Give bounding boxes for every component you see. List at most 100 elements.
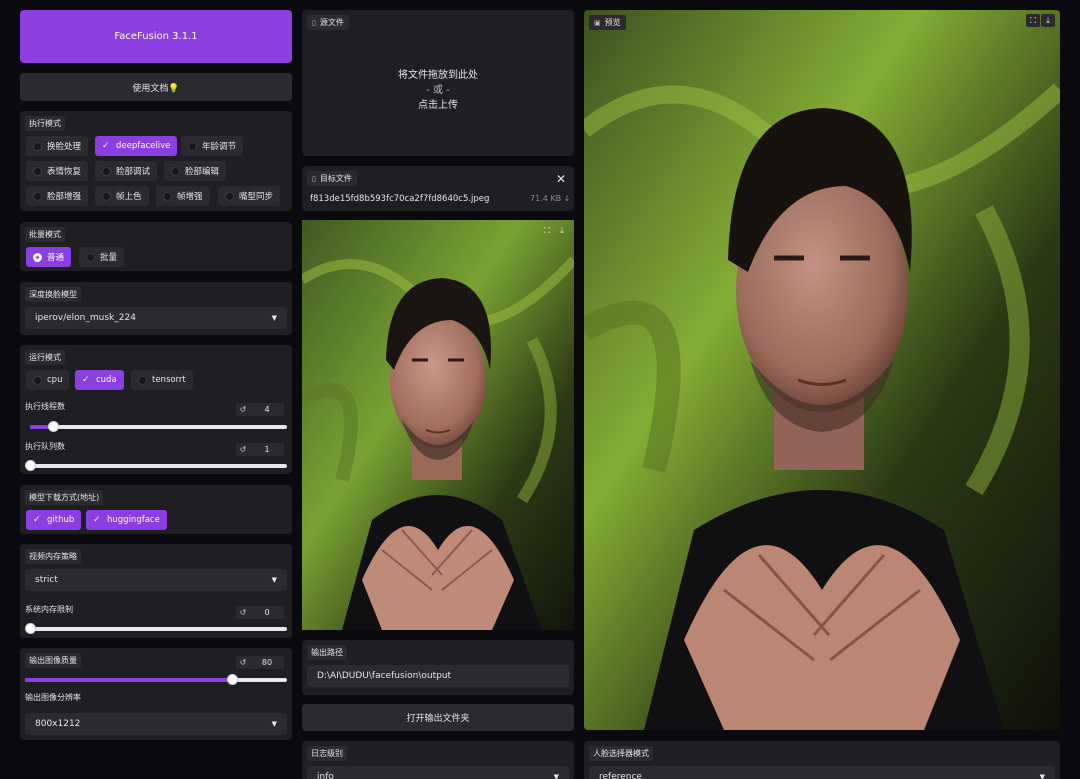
face-selector-dropdown[interactable]: reference ▼ [589, 766, 1055, 779]
preview-label: ▣ 预览 [589, 15, 626, 30]
input-value: D:\AI\DUDU\facefusion\output [317, 671, 452, 681]
target-filesize: 71.4 KB ↓ [530, 194, 571, 203]
number-value: 4 [264, 405, 270, 414]
dropdown-value: iperov/elon_musk_224 [35, 313, 136, 323]
or-text: - 或 - [426, 85, 450, 96]
option-face-editor[interactable]: 脸部编辑 [164, 161, 227, 181]
system-memory-number-input[interactable]: ↺ 0 [236, 606, 284, 619]
file-icon: ▯ [312, 174, 316, 183]
checkbox-icon [102, 191, 111, 201]
queue-number-input[interactable]: ↺ 1 [236, 443, 284, 456]
slider-handle[interactable] [25, 460, 36, 471]
radio-normal[interactable]: 普通 [26, 247, 72, 267]
checkbox-icon [188, 141, 197, 151]
threads-number-input[interactable]: ↺ 4 [236, 403, 284, 416]
option-face-enhancer[interactable]: 脸部增强 [26, 186, 89, 206]
log-level-dropdown[interactable]: info ▼ [307, 766, 569, 779]
video-memory-label: 视频内存策略 [25, 549, 81, 564]
slider-handle[interactable] [25, 623, 36, 634]
fullscreen-icon[interactable]: ⛶ [540, 224, 554, 237]
option-label: huggingface [107, 515, 160, 525]
check-icon: ✓ [93, 514, 101, 525]
option-label: github [47, 515, 75, 525]
option-label: 换脸处理 [47, 142, 82, 152]
option-face-debugger[interactable]: 脸部调试 [95, 161, 158, 181]
check-icon: ✓ [102, 140, 110, 151]
face-selector-label: 人脸选择器模式 [589, 746, 653, 761]
option-cuda[interactable]: ✓ cuda [75, 370, 124, 390]
dropdown-value: reference [599, 772, 642, 779]
output-panel: 输出图像质量 ↺ 80 输出图像分辨率 800x1212 ▼ [20, 648, 292, 740]
option-label: cpu [47, 375, 63, 385]
output-quality-slider[interactable] [25, 674, 287, 685]
reset-icon[interactable]: ↺ [236, 608, 250, 617]
checkbox-icon [33, 375, 42, 385]
deep-swap-model-label: 深度换脸模型 [25, 287, 81, 302]
checkbox-icon [33, 191, 42, 201]
option-label: tensorrt [152, 375, 186, 385]
number-value: 1 [264, 445, 270, 454]
app-title-button[interactable]: FaceFusion 3.1.1 [20, 10, 292, 63]
reset-icon[interactable]: ↺ [236, 405, 250, 414]
checkbox-icon [102, 166, 111, 176]
option-label: cuda [96, 375, 117, 385]
option-huggingface[interactable]: ✓ huggingface [86, 510, 167, 530]
option-lip-syncer[interactable]: 嘴型同步 [218, 186, 281, 206]
output-resolution-dropdown[interactable]: 800x1212 ▼ [25, 713, 287, 735]
slider-handle[interactable] [48, 421, 60, 432]
download-label: 模型下载方式(地址) [25, 490, 104, 505]
source-upload-area[interactable]: ▯ 源文件 将文件拖放到此处 - 或 - 点击上传 [302, 10, 574, 156]
option-age-modifier[interactable]: 年龄调节 [181, 136, 244, 156]
output-path-input[interactable]: D:\AI\DUDU\facefusion\output [307, 665, 569, 687]
option-github[interactable]: ✓ github [26, 510, 82, 530]
option-frame-colorizer[interactable]: 帧上色 [95, 186, 149, 206]
open-output-folder-button[interactable]: 打开输出文件夹 [302, 704, 574, 731]
upload-text[interactable]: 点击上传 [302, 98, 574, 113]
target-filename[interactable]: f813de15fd8b593fc70ca2f7fd8640c5.jpeg [310, 194, 489, 204]
option-tensorrt[interactable]: tensorrt [131, 370, 193, 390]
deep-swap-model-dropdown[interactable]: iperov/elon_musk_224 ▼ [25, 307, 287, 329]
execution-mode-panel: 执行模式 换脸处理 ✓ deepfacelive 年龄调节 表情恢复 脸部调试 脸… [20, 111, 292, 211]
output-resolution-label: 输出图像分辨率 [25, 693, 81, 702]
chevron-down-icon: ▼ [271, 314, 277, 322]
option-expression-restorer[interactable]: 表情恢复 [26, 161, 89, 181]
queue-slider[interactable] [25, 460, 287, 471]
target-portrait-image [302, 220, 574, 630]
output-quality-number-input[interactable]: ↺ 80 [236, 656, 284, 669]
dropdown-value: 800x1212 [35, 719, 81, 729]
option-face-swap[interactable]: 换脸处理 [26, 136, 89, 156]
option-label: 脸部增强 [47, 192, 82, 202]
video-memory-dropdown[interactable]: strict ▼ [25, 569, 287, 591]
deep-swap-model-panel: 深度换脸模型 iperov/elon_musk_224 ▼ [20, 282, 292, 335]
option-label: 帧上色 [116, 192, 142, 202]
tag-text: 目标文件 [319, 174, 352, 183]
check-icon: ✓ [82, 374, 90, 385]
system-memory-slider[interactable] [25, 623, 287, 634]
download-icon[interactable]: ⤓ [1041, 14, 1055, 27]
number-value: 80 [261, 658, 273, 667]
system-memory-label: 系统内存限制 [25, 605, 73, 614]
option-label: deepfacelive [116, 141, 171, 151]
option-cpu[interactable]: cpu [26, 370, 70, 390]
close-icon[interactable]: ✕ [556, 172, 566, 186]
reset-icon[interactable]: ↺ [236, 658, 250, 667]
drop-zone-text: 将文件拖放到此处 - 或 - 点击上传 [302, 68, 574, 113]
download-panel: 模型下载方式(地址) ✓ github ✓ huggingface [20, 485, 292, 534]
threads-label: 执行线程数 [25, 402, 65, 411]
chevron-down-icon: ▼ [271, 720, 277, 728]
threads-slider[interactable] [30, 421, 287, 432]
checkbox-icon [138, 375, 147, 385]
radio-batch[interactable]: 批量 [79, 247, 125, 267]
reset-icon[interactable]: ↺ [236, 445, 250, 454]
checkbox-icon [225, 191, 234, 201]
option-label: 批量 [100, 253, 118, 263]
slider-handle[interactable] [226, 674, 238, 685]
option-deepfacelive[interactable]: ✓ deepfacelive [95, 136, 178, 156]
source-label: ▯ 源文件 [307, 15, 349, 30]
docs-button[interactable]: 使用文档💡 [20, 73, 292, 101]
fullscreen-icon[interactable]: ⛶ [1026, 14, 1040, 27]
download-icon[interactable]: ⤓ [555, 224, 569, 237]
option-frame-enhancer[interactable]: 帧增强 [156, 186, 210, 206]
option-label: 帧增强 [177, 192, 203, 202]
number-value: 0 [264, 608, 270, 617]
